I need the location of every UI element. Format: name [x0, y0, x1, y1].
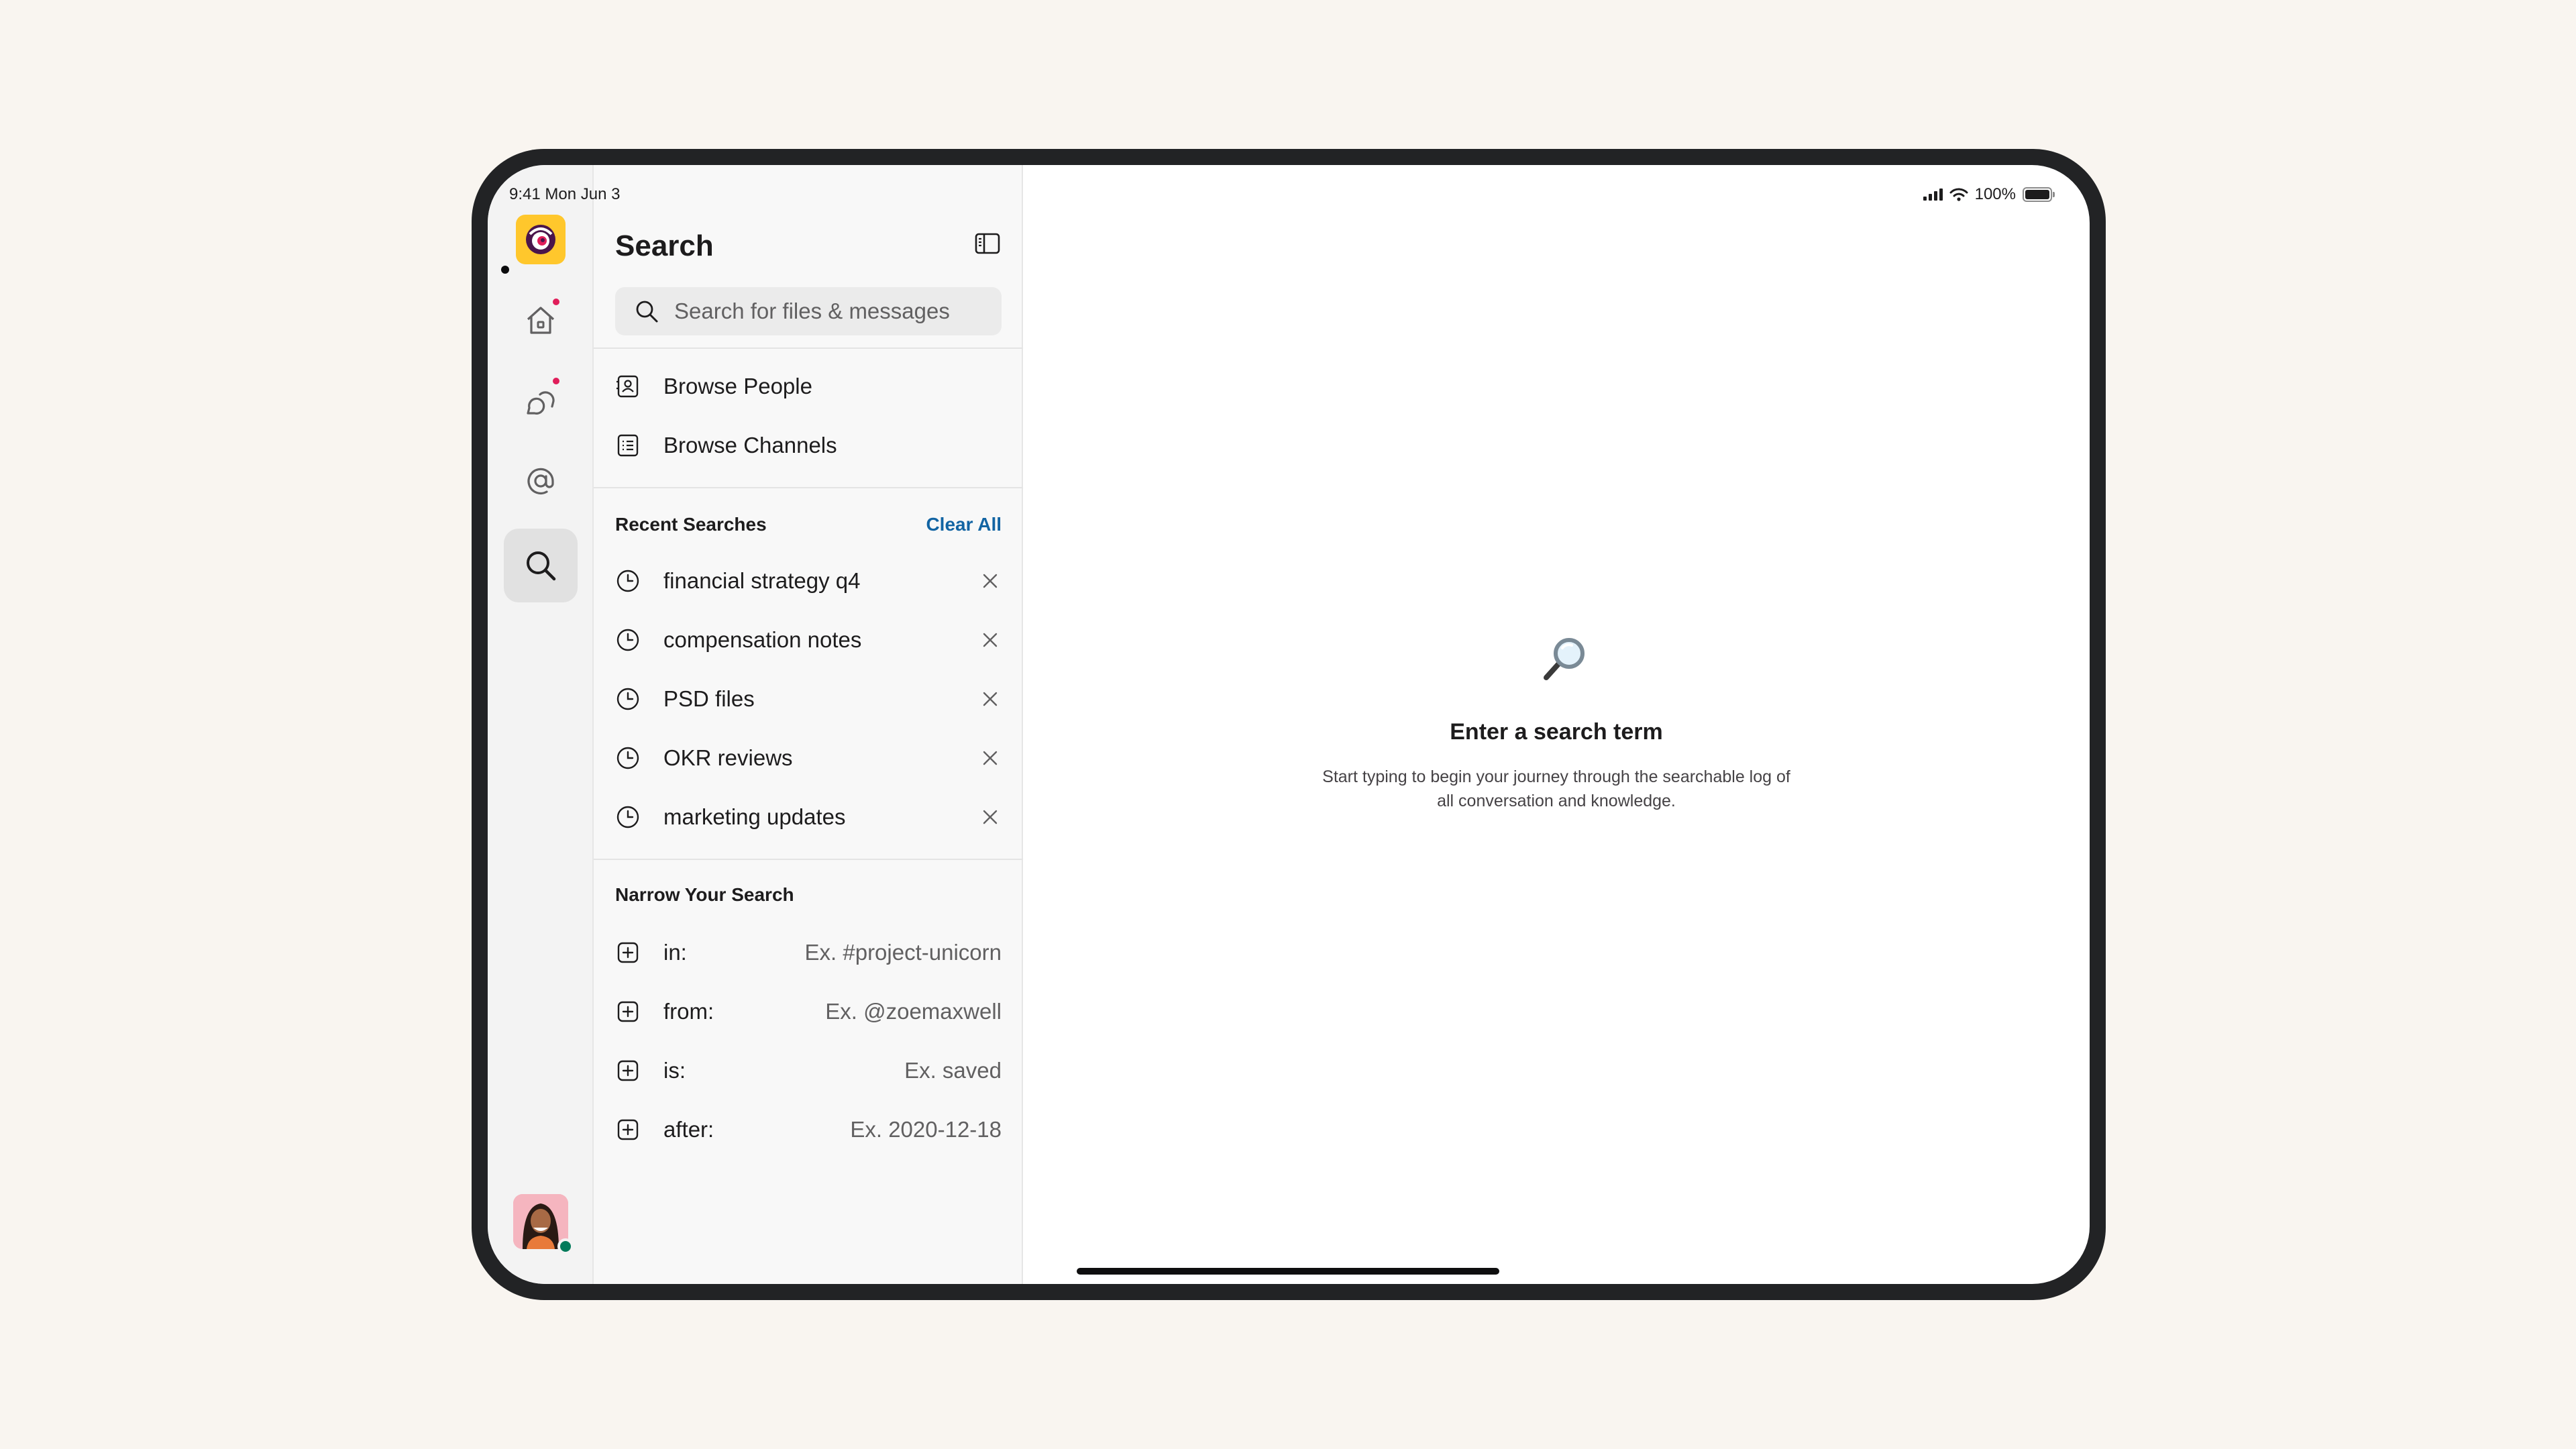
- mention-icon: [527, 468, 554, 494]
- status-time: 9:41 Mon Jun 3: [509, 185, 621, 203]
- search-empty-state: Enter a search term Start typing to begi…: [1023, 165, 2090, 1284]
- plus-square-icon: [617, 1119, 639, 1140]
- recent-search-item[interactable]: marketing updates: [615, 790, 1002, 844]
- filter-hint: Ex. #project-unicorn: [804, 940, 1002, 965]
- recent-searches-header: Recent Searches Clear All: [615, 514, 1002, 535]
- recent-searches-heading: Recent Searches: [615, 514, 767, 535]
- filter-hint: Ex. @zoemaxwell: [825, 999, 1002, 1024]
- rail-search[interactable]: [504, 529, 578, 602]
- browse-people-label: Browse People: [663, 374, 812, 398]
- filter-label: in:: [663, 940, 687, 965]
- recent-search-label: financial strategy q4: [663, 568, 861, 593]
- home-badge: [551, 297, 561, 307]
- filter-hint: Ex. saved: [904, 1058, 1002, 1083]
- filter-hint: Ex. 2020-12-18: [850, 1117, 1002, 1142]
- home-icon: [527, 307, 555, 334]
- search-field[interactable]: [615, 287, 1002, 335]
- plus-square-icon: [617, 1001, 639, 1022]
- rail-dms[interactable]: [504, 365, 578, 439]
- recent-search-label: PSD files: [663, 686, 755, 711]
- magnifying-glass-icon: [1544, 638, 1585, 680]
- channel-list-icon: [617, 434, 639, 457]
- search-panel: Search Search for files & messages Brows…: [594, 165, 1023, 1284]
- battery-icon: [2023, 187, 2055, 202]
- clock-icon: [616, 570, 639, 592]
- remove-icon[interactable]: [979, 747, 1002, 769]
- search-input[interactable]: [674, 299, 996, 324]
- tablet-frame: 9:41 Mon Jun 3 100% Search Search for fi…: [472, 149, 2106, 1300]
- narrow-filter-in[interactable]: in: Ex. #project-unicorn: [615, 926, 1002, 979]
- rail-activity[interactable]: [504, 444, 578, 518]
- search-icon: [636, 301, 658, 323]
- camera-dot: [501, 266, 509, 274]
- filter-label: is:: [663, 1058, 686, 1083]
- battery-percent: 100%: [1974, 185, 2016, 203]
- plus-square-icon: [617, 942, 639, 963]
- search-icon: [527, 551, 556, 581]
- dms-badge: [551, 376, 561, 386]
- workspace-logo-icon: [516, 215, 566, 264]
- messages-icon: [527, 391, 555, 415]
- narrow-filter-after[interactable]: after: Ex. 2020-12-18: [615, 1103, 1002, 1157]
- narrow-search-header: Narrow Your Search: [615, 884, 1002, 906]
- empty-state-title: Enter a search term: [1450, 719, 1663, 745]
- screen: 9:41 Mon Jun 3 100% Search Search for fi…: [488, 165, 2090, 1284]
- narrow-filter-from[interactable]: from: Ex. @zoemaxwell: [615, 985, 1002, 1038]
- recent-search-label: compensation notes: [663, 627, 862, 652]
- recent-search-item[interactable]: PSD files: [615, 672, 1002, 726]
- narrow-search-heading: Narrow Your Search: [615, 884, 794, 905]
- plus-square-icon: [617, 1060, 639, 1081]
- divider: [594, 859, 1023, 860]
- rail-home[interactable]: [504, 283, 578, 357]
- home-indicator[interactable]: [1077, 1268, 1499, 1275]
- workspace-switcher[interactable]: [504, 203, 578, 276]
- recent-search-item[interactable]: OKR reviews: [615, 731, 1002, 785]
- remove-icon[interactable]: [979, 570, 1002, 592]
- divider: [594, 487, 1023, 488]
- recent-search-label: marketing updates: [663, 804, 846, 829]
- contact-card-icon: [616, 375, 639, 398]
- clock-icon: [616, 688, 639, 710]
- cellular-signal-icon: [1923, 189, 1943, 201]
- workspace-rail: [488, 165, 594, 1284]
- narrow-filter-is[interactable]: is: Ex. saved: [615, 1044, 1002, 1097]
- browse-channels-label: Browse Channels: [663, 433, 837, 458]
- remove-icon[interactable]: [979, 806, 1002, 828]
- recent-search-item[interactable]: compensation notes: [615, 613, 1002, 667]
- wifi-icon: [1949, 188, 1968, 201]
- remove-icon[interactable]: [979, 629, 1002, 651]
- clear-all-button[interactable]: Clear All: [926, 514, 1002, 535]
- filter-label: from:: [663, 999, 714, 1024]
- sidebar-toggle-icon[interactable]: [973, 229, 1002, 258]
- clock-icon: [616, 747, 639, 769]
- empty-state-subtitle: Start typing to begin your journey throu…: [1322, 767, 1790, 810]
- recent-search-item[interactable]: financial strategy q4: [615, 554, 1002, 608]
- clock-icon: [616, 629, 639, 651]
- recent-search-label: OKR reviews: [663, 745, 793, 770]
- filter-label: after:: [663, 1117, 714, 1142]
- page-title: Search: [615, 229, 714, 262]
- presence-indicator: [557, 1238, 574, 1254]
- remove-icon[interactable]: [979, 688, 1002, 710]
- browse-people-row[interactable]: Browse People: [615, 360, 1002, 413]
- clock-icon: [616, 806, 639, 828]
- browse-channels-row[interactable]: Browse Channels: [615, 419, 1002, 472]
- user-avatar[interactable]: [513, 1194, 574, 1254]
- status-indicators: 100%: [1923, 185, 2055, 204]
- divider: [594, 347, 1023, 349]
